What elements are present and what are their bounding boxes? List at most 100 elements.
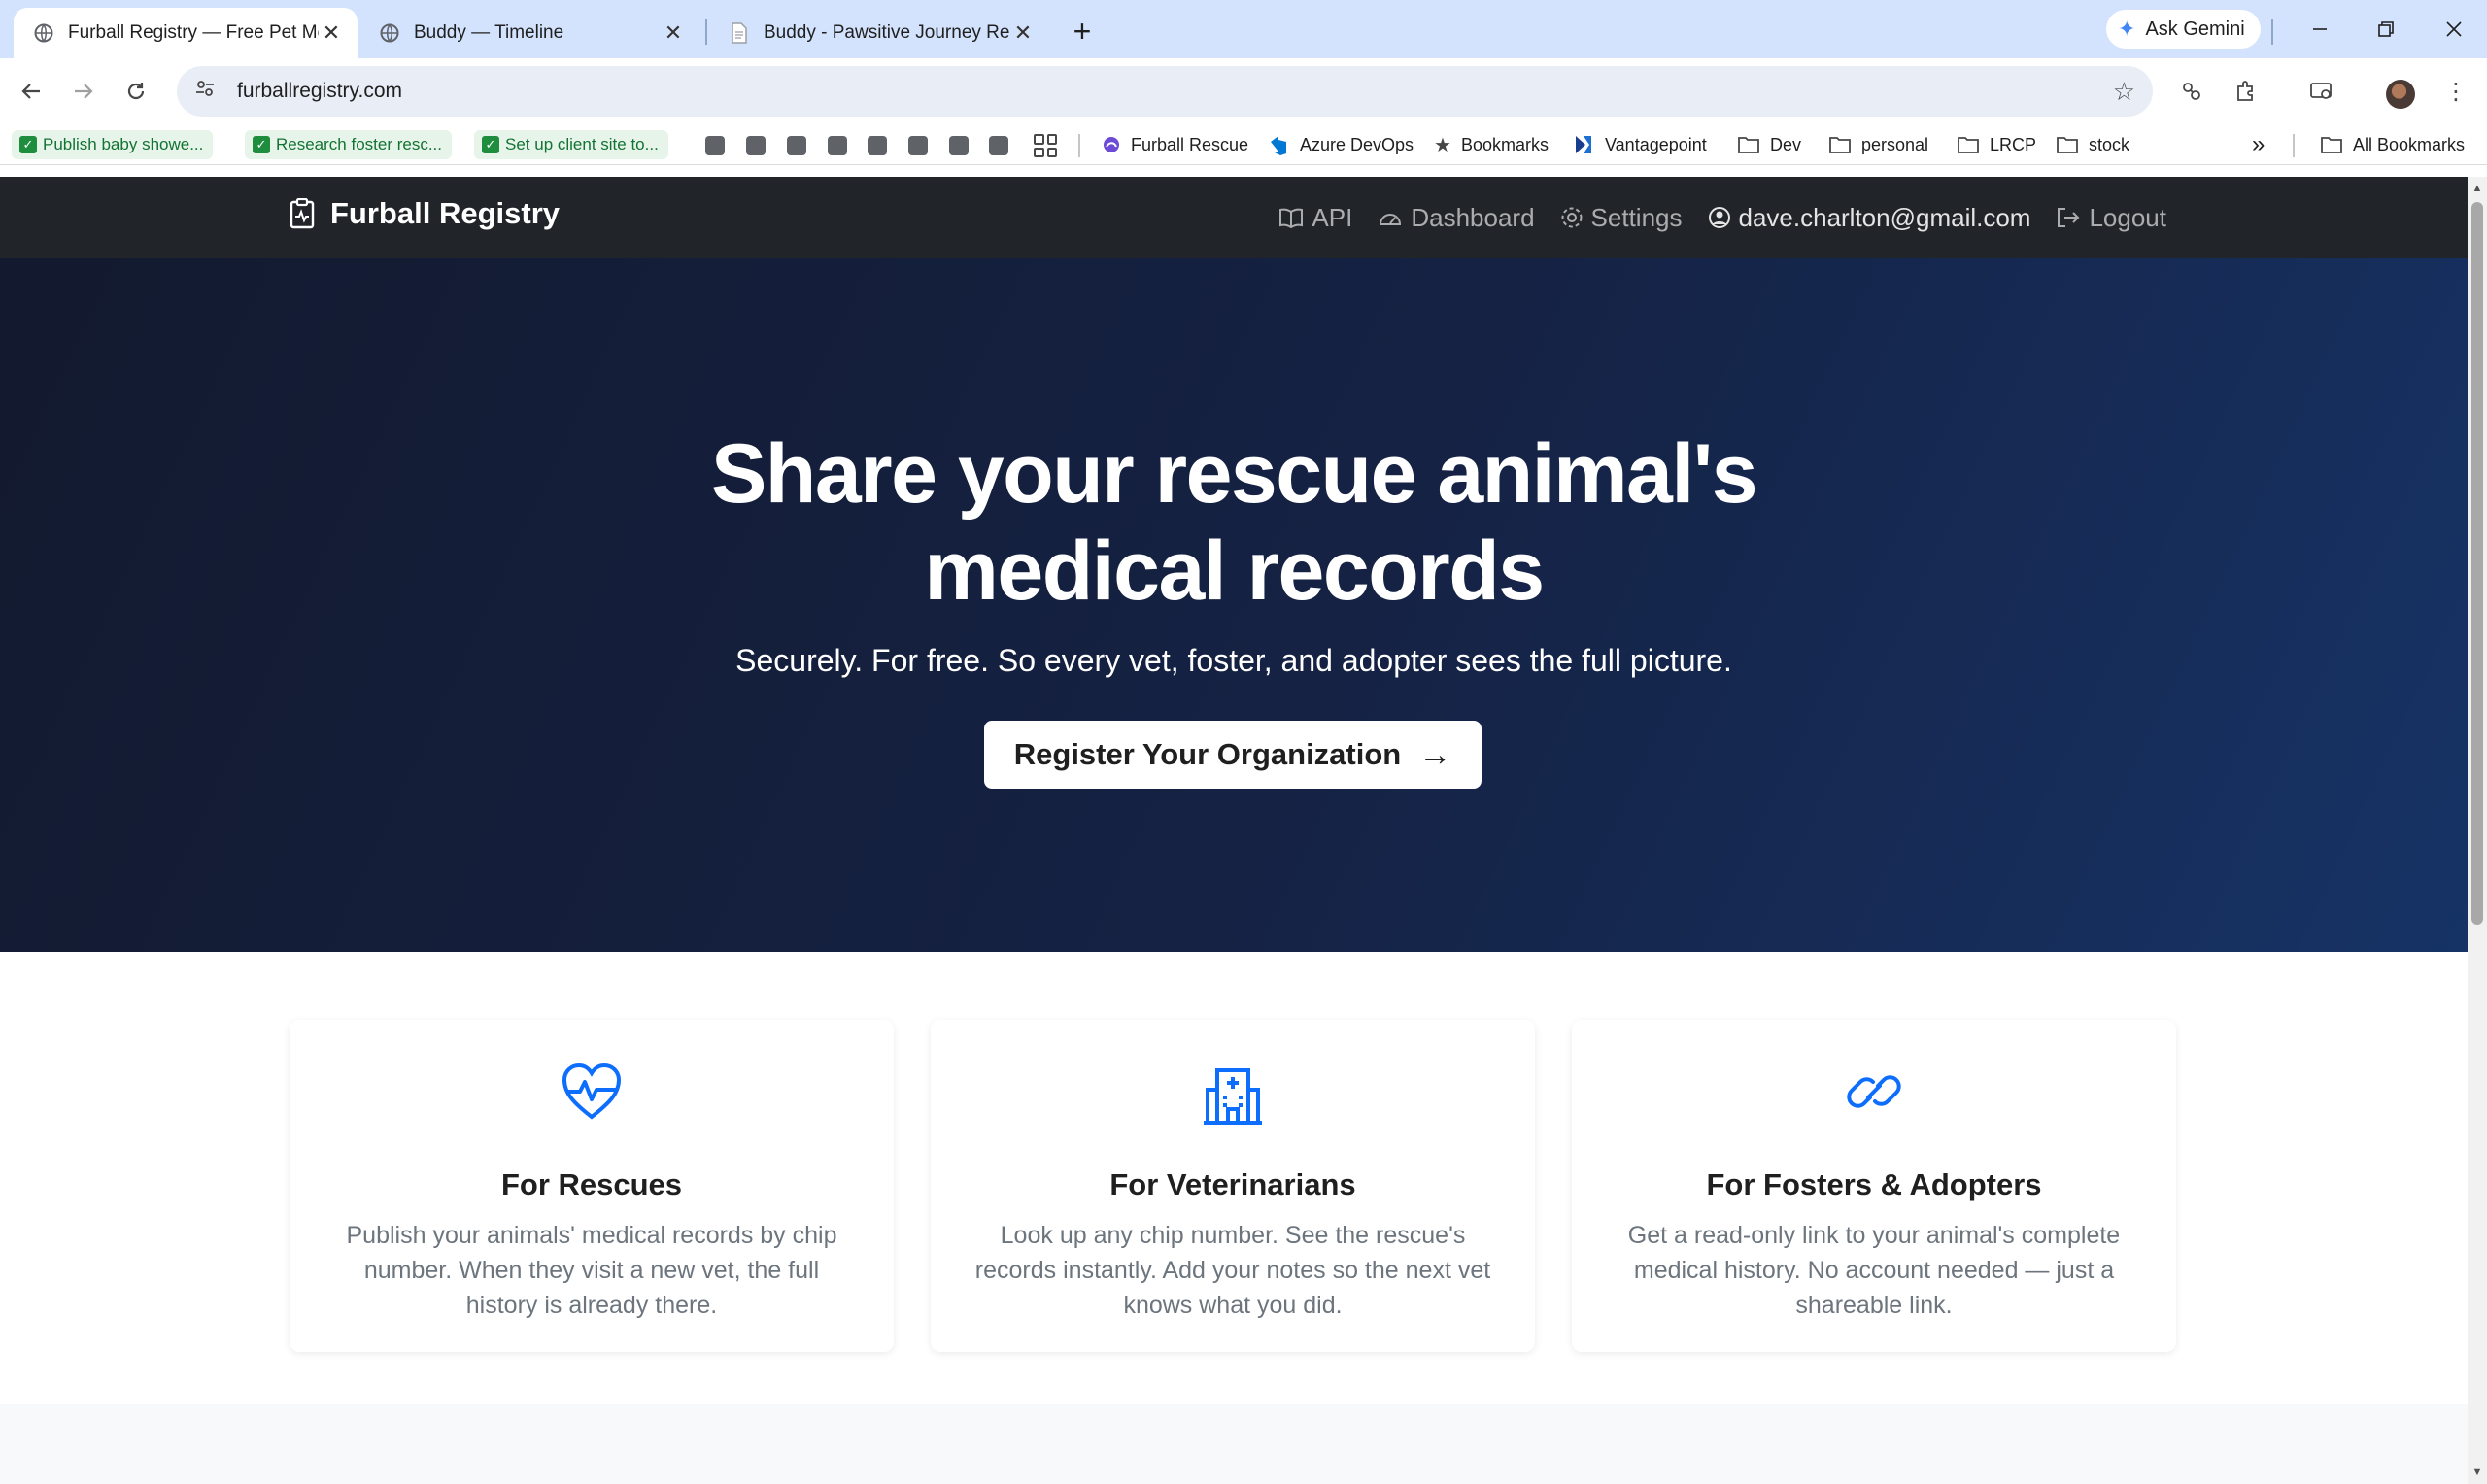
tab-separator — [2271, 19, 2273, 45]
scrollbar-thumb[interactable] — [2471, 202, 2483, 925]
extensions-icon[interactable] — [2227, 72, 2266, 111]
ask-gemini-button[interactable]: ✦ Ask Gemini — [2106, 10, 2261, 49]
arrow-right-icon: → — [1418, 735, 1452, 773]
checkbox-icon: ✓ — [253, 136, 270, 153]
star-icon: ★ — [1434, 134, 1451, 156]
feature-card-veterinarians: For Veterinarians Look up any chip numbe… — [931, 1020, 1535, 1352]
apps-grid-icon[interactable] — [1034, 134, 1057, 157]
minimize-icon[interactable] — [2300, 10, 2339, 49]
bookmark-vantagepoint[interactable]: Vantagepoint — [1574, 130, 1707, 159]
bookmark-bookmarks[interactable]: ★ Bookmarks — [1434, 130, 1549, 159]
bookmark-label: Bookmarks — [1460, 134, 1549, 154]
bookmark-todo-2[interactable]: ✓ Research foster resc... — [245, 130, 453, 159]
tab-strip: Furball Registry — Free Pet Me ✕ Buddy —… — [0, 0, 2487, 58]
profile-avatar[interactable] — [2386, 80, 2415, 109]
nav-settings-label: Settings — [1590, 202, 1683, 232]
close-tab-icon[interactable]: ✕ — [661, 20, 686, 46]
hero-subtitle: Securely. For free. So every vet, foster… — [735, 643, 1732, 678]
bookmark-favicon-1[interactable] — [705, 136, 725, 155]
bookmark-label: Publish baby showe... — [43, 135, 204, 153]
hero-title: Share your rescue animal's medical recor… — [0, 425, 2468, 620]
person-circle-icon — [1708, 207, 1730, 228]
hospital-icon — [931, 1062, 1535, 1125]
bookmark-furball-rescue[interactable]: Furball Rescue — [1102, 130, 1248, 159]
site-navbar: Furball Registry API Dashboard Settings … — [0, 177, 2468, 258]
bookmark-todo-1[interactable]: ✓ Publish baby showe... — [12, 130, 214, 159]
nav-api-link[interactable]: API — [1278, 203, 1352, 233]
hero-title-line2: medical records — [924, 524, 1545, 618]
tab-separator — [705, 19, 707, 45]
bookmark-label: All Bookmarks — [2353, 134, 2466, 154]
cast-icon[interactable] — [2302, 72, 2341, 111]
page-scrollbar[interactable]: ▲ ▼ — [2468, 177, 2487, 1484]
bookmark-todo-3[interactable]: ✓ Set up client site to... — [474, 130, 668, 159]
bookmark-folder-stock[interactable]: stock — [2056, 130, 2129, 159]
browser-toolbar: furballregistry.com ☆ ⋮ — [0, 58, 2487, 124]
nav-dashboard-label: Dashboard — [1411, 202, 1535, 232]
feature-text: Publish your animals' medical records by… — [346, 1222, 837, 1319]
bookmark-label: Vantagepoint — [1605, 134, 1707, 154]
brand-link[interactable]: Furball Registry — [290, 196, 560, 231]
nav-user-link[interactable]: dave.charlton@gmail.com — [1708, 203, 2030, 233]
hero-title-line1: Share your rescue animal's — [710, 427, 1758, 521]
brand-name: Furball Registry — [330, 196, 560, 230]
feature-title: For Rescues — [500, 1167, 683, 1201]
site-settings-icon[interactable] — [190, 79, 220, 104]
feature-card-rescues: For Rescues Publish your animals' medica… — [290, 1020, 894, 1352]
reload-icon[interactable] — [117, 72, 155, 111]
feature-text: Look up any chip number. See the rescue'… — [974, 1222, 1491, 1319]
more-bookmarks-chevron-icon[interactable]: » — [2252, 130, 2265, 159]
logout-icon — [2058, 208, 2080, 227]
tab-buddy-timeline[interactable]: Buddy — Timeline ✕ — [359, 8, 699, 58]
feature-title: For Fosters & Adopters — [1706, 1167, 2042, 1201]
bookmark-azure-devops[interactable]: Azure DevOps — [1269, 130, 1414, 159]
tab-buddy-pawsitive[interactable]: Buddy - Pawsitive Journey Resc ✕ — [709, 8, 1049, 58]
bookmark-favicon-5[interactable] — [868, 136, 887, 155]
bookmark-folder-personal[interactable]: personal — [1828, 130, 1928, 159]
checkbox-icon: ✓ — [482, 136, 499, 153]
extension-puzzle-icon[interactable] — [2172, 72, 2211, 111]
ask-gemini-label: Ask Gemini — [2145, 17, 2245, 40]
bookmark-favicon-7[interactable] — [949, 136, 969, 155]
bookmark-label: Research foster resc... — [276, 135, 443, 153]
new-tab-button[interactable]: + — [1065, 14, 1100, 49]
close-tab-icon[interactable]: ✕ — [319, 20, 344, 46]
bookmark-favicon-8[interactable] — [989, 136, 1008, 155]
bookmark-folder-dev[interactable]: Dev — [1737, 130, 1801, 159]
nav-logout-link[interactable]: Logout — [2056, 203, 2166, 233]
tab-furball-registry[interactable]: Furball Registry — Free Pet Me ✕ — [14, 8, 358, 58]
tab-title: Buddy — Timeline — [414, 22, 564, 43]
scroll-up-arrow-icon[interactable]: ▲ — [2471, 183, 2483, 194]
back-icon[interactable] — [12, 72, 51, 111]
all-bookmarks-button[interactable]: All Bookmarks — [2320, 130, 2465, 159]
bookmark-folder-lrcp[interactable]: LRCP — [1957, 130, 2036, 159]
tab-title: Furball Registry — Free Pet Me — [68, 22, 319, 43]
address-bar[interactable]: furballregistry.com ☆ — [177, 66, 2153, 117]
folder-icon — [2320, 135, 2343, 154]
forward-icon[interactable] — [64, 72, 103, 111]
register-organization-button[interactable]: Register Your Organization → — [984, 721, 1482, 789]
checkbox-icon: ✓ — [19, 136, 37, 153]
nav-dashboard-link[interactable]: Dashboard — [1378, 202, 1535, 233]
globe-icon — [33, 22, 54, 44]
swirl-icon — [1102, 135, 1121, 154]
menu-kebab-icon[interactable]: ⋮ — [2436, 72, 2475, 111]
feature-card-fosters-adopters: For Fosters & Adopters Get a read-only l… — [1572, 1020, 2176, 1352]
folder-icon — [1957, 135, 1980, 154]
document-icon — [729, 22, 750, 44]
bookmark-favicon-6[interactable] — [908, 136, 928, 155]
nav-settings-link[interactable]: Settings — [1560, 203, 1683, 233]
vantagepoint-icon — [1574, 134, 1595, 155]
bookmark-star-icon[interactable]: ☆ — [2113, 77, 2135, 107]
nav-api-label: API — [1312, 202, 1353, 232]
bookmark-favicon-2[interactable] — [746, 136, 766, 155]
scroll-down-arrow-icon[interactable]: ▼ — [2471, 1467, 2483, 1478]
restore-icon[interactable] — [2367, 10, 2405, 49]
bookmark-favicon-4[interactable] — [828, 136, 847, 155]
globe-icon — [379, 22, 400, 44]
close-tab-icon[interactable]: ✕ — [1010, 20, 1036, 46]
bookmark-label: Furball Rescue — [1131, 134, 1249, 154]
link-icon — [1572, 1062, 2176, 1121]
bookmark-favicon-3[interactable] — [787, 136, 806, 155]
close-window-icon[interactable] — [2435, 10, 2473, 49]
